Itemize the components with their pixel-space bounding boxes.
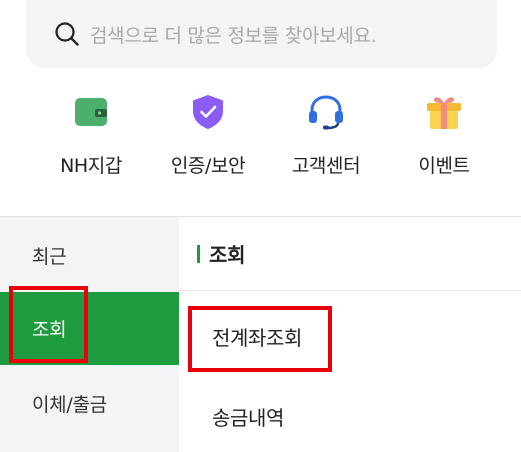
gift-icon — [424, 92, 464, 132]
quick-item-label: NH지갑 — [60, 155, 122, 177]
shield-check-icon — [188, 92, 228, 132]
submenu-label: 전계좌조회 — [212, 325, 302, 350]
submenu-item-transfer-history[interactable]: 송금내역 — [179, 381, 521, 451]
quick-item-wallet[interactable]: NH지갑 — [31, 92, 151, 178]
search-placeholder: 검색으로 더 많은 정보를 찾아보세요. — [90, 24, 377, 47]
quick-item-label: 인증/보안 — [170, 155, 246, 177]
category-item-transfer[interactable]: 이체/출금 — [0, 367, 179, 440]
category-menu: 최근 조회 이체/출금 — [0, 217, 179, 452]
submenu-item-all-accounts[interactable]: 전계좌조회 — [179, 301, 521, 371]
section-accent-bar — [197, 244, 200, 263]
quick-item-security[interactable]: 인증/보안 — [148, 92, 268, 178]
headset-icon — [306, 92, 346, 132]
quick-item-label: 이벤트 — [418, 155, 470, 177]
quick-item-label: 고객센터 — [291, 155, 361, 177]
search-bar[interactable]: 검색으로 더 많은 정보를 찾아보세요. — [26, 0, 497, 68]
submenu-label: 송금내역 — [212, 405, 284, 430]
app-screen: 검색으로 더 많은 정보를 찾아보세요. NH지갑 인증/보안 고객센터 이벤트… — [0, 0, 521, 452]
category-label: 최근 — [32, 246, 67, 268]
wallet-icon — [71, 92, 111, 132]
category-item-inquiry[interactable]: 조회 — [0, 292, 179, 365]
submenu-panel: 조회 전계좌조회 송금내역 — [179, 217, 521, 452]
quick-item-support[interactable]: 고객센터 — [266, 92, 386, 178]
section-header: 조회 — [179, 217, 521, 291]
quick-menu: NH지갑 인증/보안 고객센터 이벤트 — [0, 92, 521, 192]
section-title: 조회 — [209, 243, 246, 267]
search-icon — [54, 21, 80, 47]
category-item-recent[interactable]: 최근 — [0, 219, 179, 292]
quick-item-event[interactable]: 이벤트 — [384, 92, 504, 178]
category-label: 이체/출금 — [32, 394, 107, 416]
category-label: 조회 — [32, 319, 67, 341]
